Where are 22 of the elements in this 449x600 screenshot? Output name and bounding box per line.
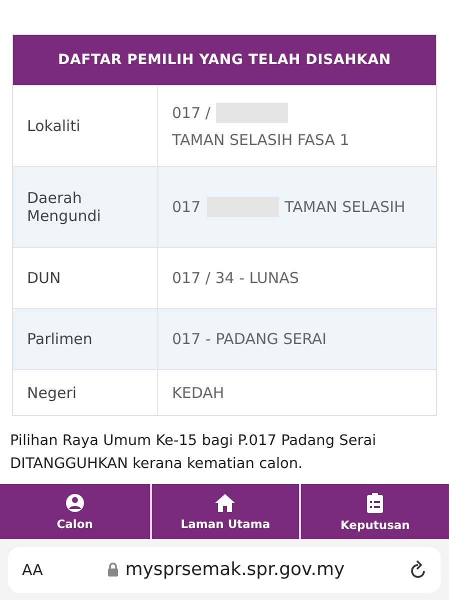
text-size-button[interactable]: AA [22, 560, 43, 579]
reload-icon[interactable] [409, 560, 427, 580]
row-value: TAMAN SELASIH FASA 1 [172, 131, 350, 149]
row-label: Lokaliti [27, 117, 80, 135]
row-label: Negeri [27, 384, 77, 402]
row-value: 017 [172, 198, 201, 216]
home-icon [214, 492, 236, 513]
row-value: TAMAN SELASIH [284, 198, 406, 216]
row-value: KEDAH [172, 384, 224, 402]
address-bar[interactable]: AA mysprsemak.spr.gov.my [8, 546, 441, 593]
person-icon [64, 492, 85, 513]
lock-icon [107, 562, 120, 578]
table-title: DAFTAR PEMILIH YANG TELAH DISAHKAN [13, 35, 436, 85]
row-label: Daerah Mengundi [27, 189, 102, 225]
clipboard-icon [366, 492, 384, 514]
url-text: mysprsemak.spr.gov.my [125, 559, 345, 580]
row-label: DUN [27, 269, 61, 287]
row-value: 017 / 34 - LUNAS [172, 269, 299, 287]
notice-text: Pilihan Raya Umum Ke-15 bagi P.017 Padang Serai DITANGGUHKAN kerana kematian calon. [9, 432, 378, 474]
row-label: Parlimen [27, 330, 92, 348]
row-value: 017 / [172, 104, 210, 122]
row-value: 017 - PADANG SERAI [172, 330, 327, 348]
